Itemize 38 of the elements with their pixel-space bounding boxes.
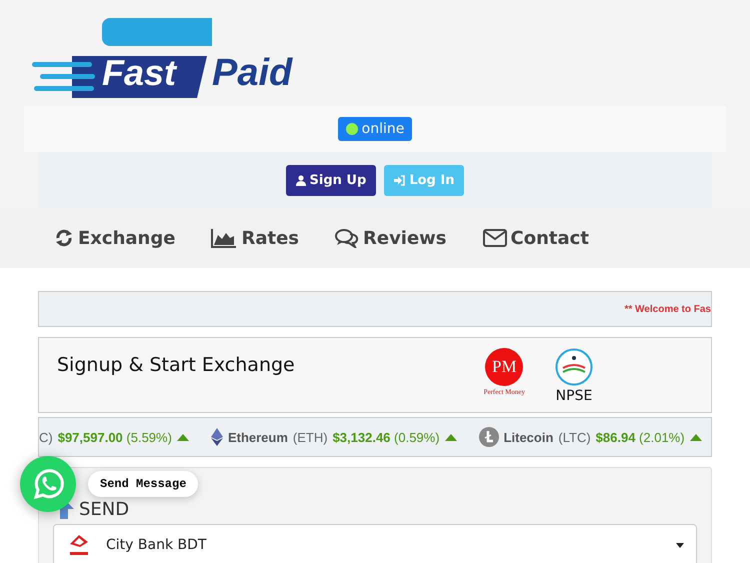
payment-logo: PM xyxy=(485,348,524,386)
logo-text: Paid xyxy=(212,52,292,95)
up-triangle-icon xyxy=(176,434,189,440)
sign-up-button[interactable]: Sign Up xyxy=(286,164,376,196)
up-triangle-icon xyxy=(690,434,702,440)
currency-select[interactable]: City Bank BDT xyxy=(53,524,697,563)
diamond-coin-icon xyxy=(210,428,223,446)
coin-price: $86.94 (2.01%) xyxy=(596,430,685,444)
coin-icon xyxy=(478,427,499,447)
coin-name: Litecoin xyxy=(504,430,554,444)
logo-text: Fast xyxy=(102,52,176,94)
coin-symbol: (LTC) xyxy=(558,430,591,444)
nav-link[interactable]: Rates xyxy=(211,228,299,248)
chat-label: Send Message xyxy=(88,471,198,497)
chat-bubble-button[interactable] xyxy=(20,456,76,512)
logo[interactable]: Fast Paid xyxy=(32,18,292,98)
status-label: online xyxy=(362,121,404,137)
nav-link[interactable]: Contact xyxy=(482,228,589,248)
send-heading: SEND xyxy=(79,498,130,520)
coin-price: $3,132.46 (0.59%) xyxy=(332,430,440,444)
card-title: Signup & Start Exchange xyxy=(57,354,296,378)
nav-link[interactable]: Exchange xyxy=(54,228,176,248)
nav-link[interactable]: Reviews xyxy=(335,228,447,248)
user-icon xyxy=(296,174,306,186)
emblem-icon xyxy=(555,348,593,386)
welcome-marquee-text: ** Welcome to Fas xyxy=(624,304,711,314)
area-chart-icon xyxy=(211,228,238,248)
login-icon xyxy=(394,174,406,186)
up-triangle-icon xyxy=(444,434,457,440)
refresh-icon xyxy=(54,228,74,248)
coin-price: $97,597.00 (5.59%) xyxy=(58,430,172,444)
payment-caption: NPSE xyxy=(556,388,592,404)
coin-symbol: C) xyxy=(39,430,53,444)
coin-symbol: (ETH) xyxy=(292,430,328,444)
caret-icon xyxy=(676,542,684,548)
coin-name: Ethereum xyxy=(228,430,288,444)
chat-icon xyxy=(335,228,359,248)
mail-icon xyxy=(482,229,507,247)
